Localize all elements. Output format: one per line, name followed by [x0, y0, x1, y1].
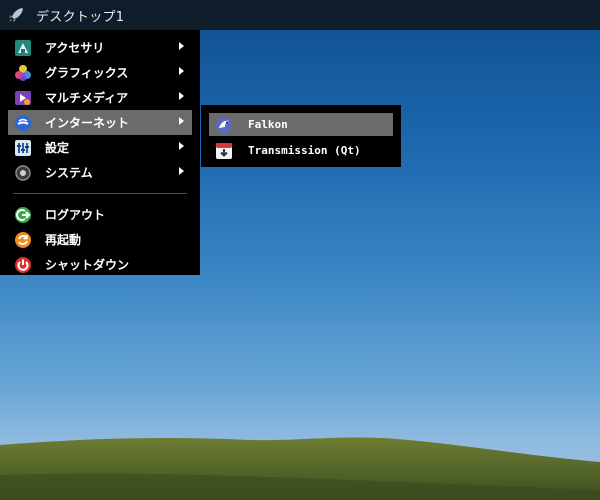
menu-item-settings[interactable]: 設定	[8, 135, 192, 160]
submenu-item-label: Transmission (Qt)	[248, 144, 361, 157]
menu-item-multimedia[interactable]: マルチメディア	[8, 85, 192, 110]
chevron-right-icon	[179, 167, 184, 175]
menu-item-system[interactable]: システム	[8, 160, 192, 185]
menu-item-label: 設定	[45, 141, 70, 155]
falkon-icon	[214, 115, 234, 135]
menu-item-label: シャットダウン	[45, 258, 130, 272]
chevron-right-icon	[179, 42, 184, 50]
application-menu: アクセサリ グラフィックス マルチメディア インターネット 設定 システム ログ…	[0, 30, 200, 275]
submenu-item-transmission[interactable]: Transmission (Qt)	[209, 139, 393, 162]
desktop-title: デスクトップ1	[36, 9, 125, 25]
menu-item-label: ログアウト	[45, 208, 106, 222]
chevron-right-icon	[179, 92, 184, 100]
menu-item-label: グラフィックス	[45, 66, 129, 80]
graphics-icon	[13, 63, 33, 83]
menu-item-label: インターネット	[45, 116, 130, 130]
rocket-icon[interactable]	[6, 5, 26, 25]
menu-item-label: アクセサリ	[45, 41, 105, 55]
internet-submenu: Falkon Transmission (Qt)	[201, 105, 401, 167]
chevron-right-icon	[179, 142, 184, 150]
internet-icon	[13, 113, 33, 133]
taskbar: デスクトップ1	[0, 0, 600, 30]
menu-item-reboot[interactable]: 再起動	[8, 227, 192, 252]
multimedia-icon	[13, 88, 33, 108]
shutdown-icon	[13, 255, 33, 275]
accessories-icon	[13, 38, 33, 58]
menu-item-shutdown[interactable]: シャットダウン	[8, 252, 192, 277]
settings-icon	[13, 138, 33, 158]
system-icon	[13, 163, 33, 183]
menu-item-logout[interactable]: ログアウト	[8, 202, 192, 227]
submenu-item-label: Falkon	[248, 118, 288, 131]
submenu-item-falkon[interactable]: Falkon	[209, 113, 393, 136]
logout-icon	[13, 205, 33, 225]
menu-item-label: 再起動	[45, 233, 82, 247]
transmission-icon	[214, 141, 234, 161]
menu-item-label: マルチメディア	[45, 91, 129, 105]
menu-separator	[13, 193, 187, 194]
chevron-right-icon	[179, 67, 184, 75]
menu-item-graphics[interactable]: グラフィックス	[8, 60, 192, 85]
menu-item-internet[interactable]: インターネット	[8, 110, 192, 135]
menu-item-label: システム	[45, 166, 93, 180]
chevron-right-icon	[179, 117, 184, 125]
reboot-icon	[13, 230, 33, 250]
menu-item-accessories[interactable]: アクセサリ	[8, 35, 192, 60]
